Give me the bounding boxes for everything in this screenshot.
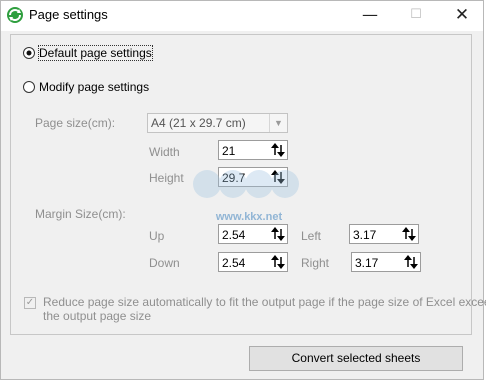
spin-arrows-icon[interactable] xyxy=(404,254,419,270)
width-field[interactable]: 21 xyxy=(218,140,288,160)
margin-right-value: 3.17 xyxy=(355,256,379,270)
reduce-page-label-line1: Reduce page size automatically to fit th… xyxy=(43,295,486,309)
margin-right-label: Right xyxy=(301,256,330,270)
height-field[interactable]: 29.7 xyxy=(218,167,288,187)
margin-down-label: Down xyxy=(149,256,180,270)
chevron-down-icon[interactable]: ▼ xyxy=(269,114,287,132)
checkmark-icon: ✓ xyxy=(25,297,35,308)
default-settings-radio[interactable] xyxy=(23,47,35,59)
page-settings-dialog: Page settings — ☐ ✕ Default page setting… xyxy=(0,0,486,380)
margin-left-field[interactable]: 3.17 xyxy=(349,224,419,244)
app-icon xyxy=(7,7,23,23)
margin-left-label: Left xyxy=(301,229,322,243)
modify-settings-label[interactable]: Modify page settings xyxy=(39,80,149,94)
page-size-value: A4 (21 x 29.7 cm) xyxy=(151,116,246,130)
spin-arrows-icon[interactable] xyxy=(271,254,286,270)
height-label: Height xyxy=(149,171,184,185)
margin-up-value: 2.54 xyxy=(222,228,246,242)
minimize-icon: — xyxy=(362,5,378,24)
default-settings-label[interactable]: Default page settings xyxy=(38,45,153,61)
minimize-button[interactable]: — xyxy=(347,1,393,31)
spin-arrows-icon[interactable] xyxy=(271,142,286,158)
maximize-button[interactable]: ☐ xyxy=(393,1,439,31)
reduce-page-label-line2: the output page size xyxy=(43,309,152,323)
margin-right-field[interactable]: 3.17 xyxy=(351,252,421,272)
spin-arrows-icon[interactable] xyxy=(271,169,286,185)
maximize-icon: ☐ xyxy=(410,7,422,22)
height-value: 29.7 xyxy=(222,171,246,185)
width-value: 21 xyxy=(222,144,236,158)
reduce-page-checkbox[interactable]: ✓ xyxy=(24,297,36,309)
page-size-label: Page size(cm): xyxy=(35,116,116,130)
margin-size-label: Margin Size(cm): xyxy=(35,207,126,221)
margin-down-field[interactable]: 2.54 xyxy=(218,252,288,272)
margin-up-label: Up xyxy=(149,229,165,243)
close-button[interactable]: ✕ xyxy=(439,1,485,31)
spin-arrows-icon[interactable] xyxy=(271,226,286,242)
margin-down-value: 2.54 xyxy=(222,256,246,270)
margin-left-value: 3.17 xyxy=(353,228,377,242)
modify-settings-radio[interactable] xyxy=(23,81,35,93)
width-label: Width xyxy=(149,145,180,159)
page-size-select[interactable]: A4 (21 x 29.7 cm) ▼ xyxy=(147,113,288,133)
close-icon: ✕ xyxy=(454,5,470,25)
spin-arrows-icon[interactable] xyxy=(402,226,417,242)
convert-button[interactable]: Convert selected sheets xyxy=(249,346,463,371)
margin-up-field[interactable]: 2.54 xyxy=(218,224,288,244)
title-bar: Page settings — ☐ ✕ xyxy=(1,1,483,31)
window-title: Page settings xyxy=(29,7,108,22)
